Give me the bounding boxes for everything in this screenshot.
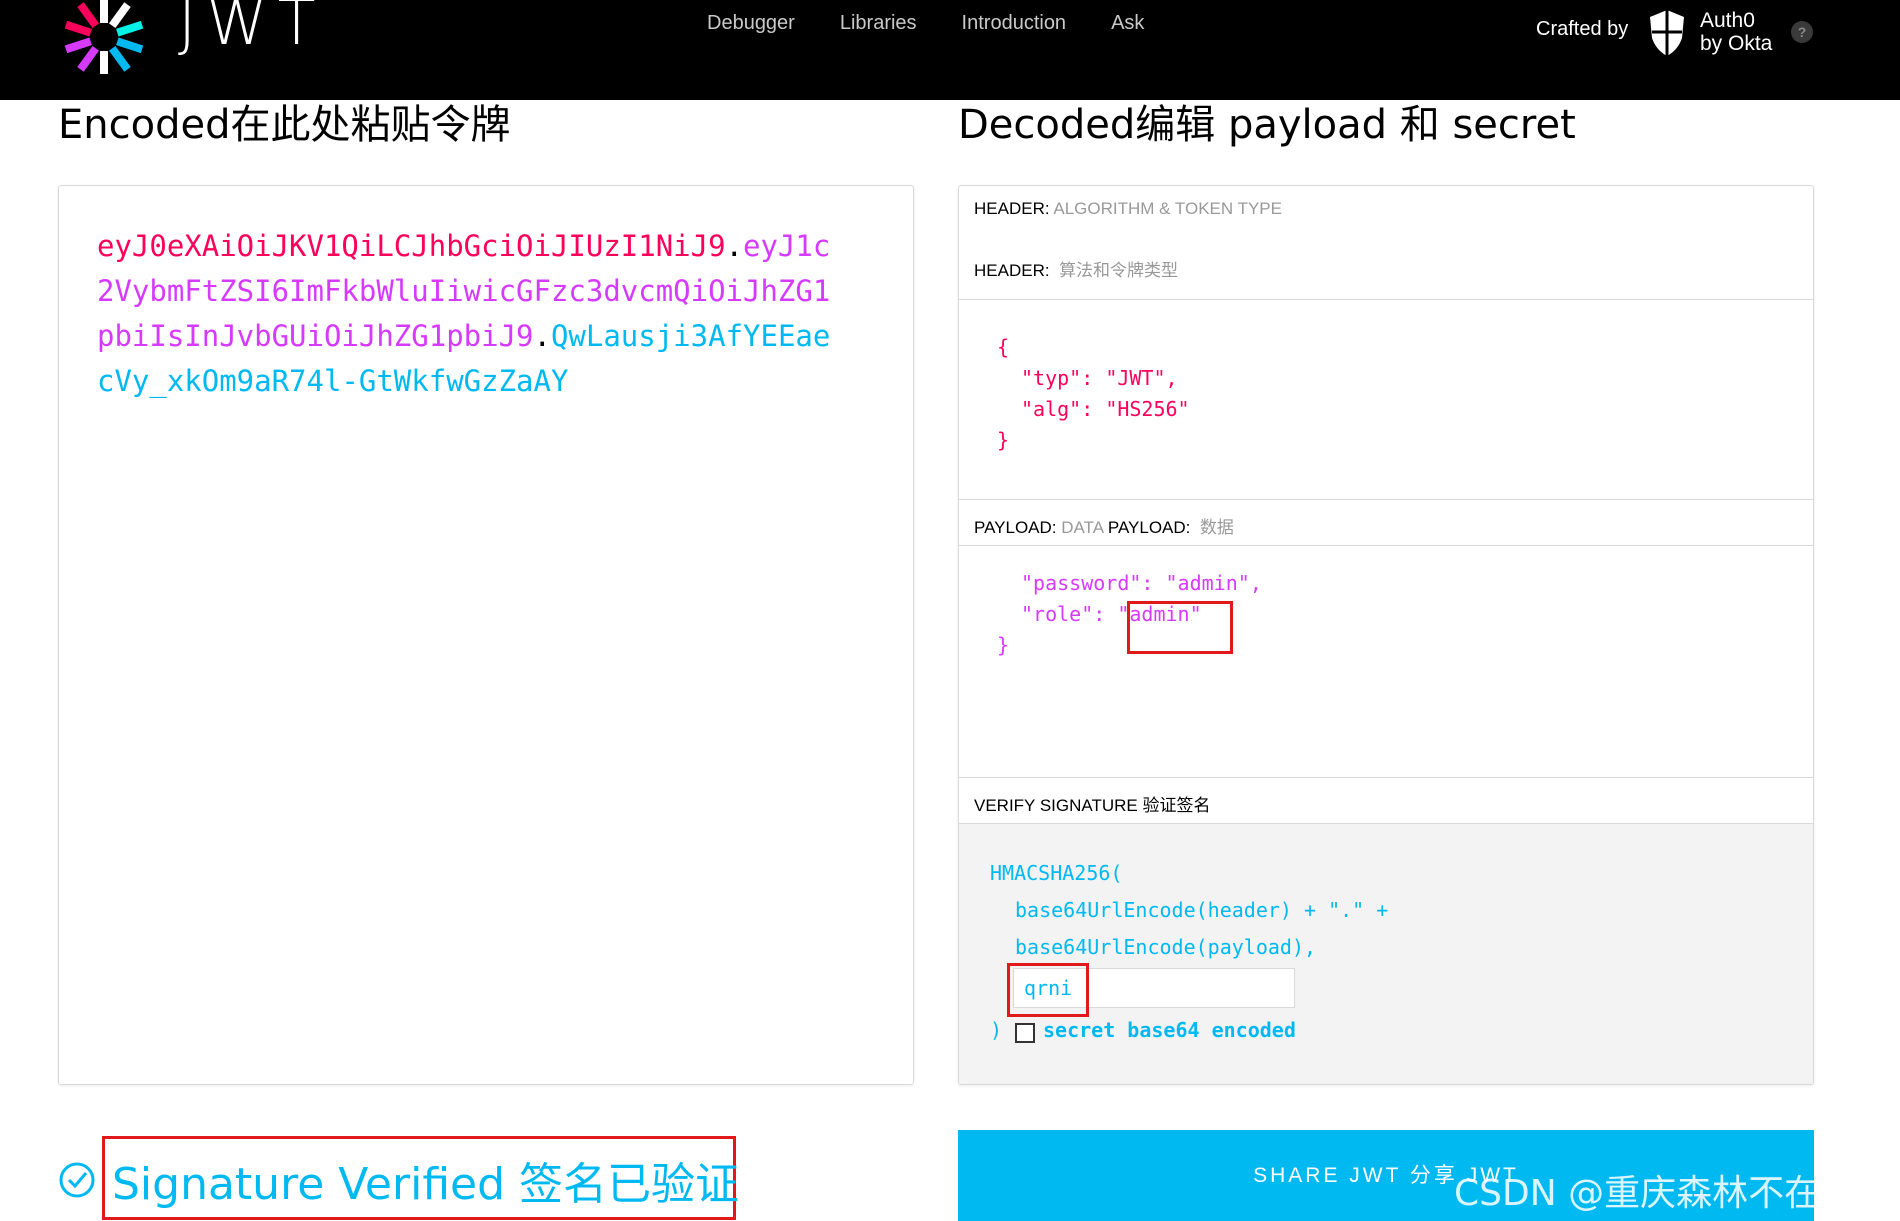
highlight-role-value <box>1127 601 1233 654</box>
header-json-alg: "alg": "HS256" <box>1021 397 1190 421</box>
verify-code-line3: base64UrlEncode(payload), <box>1015 935 1317 959</box>
header-sublabel: ALGORITHM & TOKEN TYPE <box>1053 199 1282 218</box>
header-json-close: } <box>997 428 1010 452</box>
verify-label: VERIFY SIGNATURE 验证签名 <box>974 796 1211 815</box>
payload-json-close: } <box>997 633 1010 657</box>
verify-section-label: VERIFY SIGNATURE 验证签名 <box>959 778 1813 824</box>
secret-base64-label[interactable]: secret base64 encoded <box>1043 1018 1296 1042</box>
verify-code-line1: HMACSHA256( <box>990 861 1123 885</box>
signature-status-text: Signature Verified 签名已验证 <box>112 1159 740 1210</box>
header-label-cn: HEADER: 算法和令牌类型 <box>974 256 1178 281</box>
jwt-logo-icon <box>64 0 144 74</box>
token-header-part: eyJ0eXAiOiJKV1QiLCJhbGciOiJIUzI1NiJ9 <box>97 229 726 263</box>
jwt-logo-text: JWT <box>178 0 326 59</box>
csdn-watermark: CSDN @重庆森林不在重庆 <box>1454 1173 1893 1214</box>
encoded-title: Encoded在此处粘贴令牌 <box>58 102 511 148</box>
secret-base64-checkbox[interactable] <box>1015 1023 1035 1043</box>
header-label-2: HEADER: <box>974 261 1050 280</box>
top-nav-bar: JWT Debugger Libraries Introduction Ask … <box>0 0 1900 100</box>
header-json-open: { <box>997 335 1010 359</box>
header-label: HEADER: <box>974 199 1050 218</box>
token-separator: . <box>533 319 551 353</box>
payload-json-password: "password": "admin", <box>1021 571 1262 595</box>
header-sublabel-2: 算法和令牌类型 <box>1059 261 1179 280</box>
main-nav: Debugger Libraries Introduction Ask <box>707 12 1189 35</box>
crafted-by-label: Crafted by <box>1536 18 1629 40</box>
verify-code-close: ) <box>990 1018 1003 1042</box>
decoded-panel: HEADER: ALGORITHM & TOKEN TYPE HEADER: 算… <box>958 185 1814 1085</box>
auth0-brand-line2: by Okta <box>1700 32 1773 55</box>
encoded-token-panel[interactable]: eyJ0eXAiOiJKV1QiLCJhbGciOiJIUzI1NiJ9.eyJ… <box>58 185 914 1085</box>
payload-json-editor[interactable]: "password": "admin", "role": "admin" } <box>959 546 1813 778</box>
nav-link-ask[interactable]: Ask <box>1111 12 1144 35</box>
header-section-label: HEADER: ALGORITHM & TOKEN TYPE HEADER: 算… <box>959 186 1813 300</box>
auth0-brand-line1: Auth0 <box>1700 9 1755 32</box>
payload-label: PAYLOAD: DATA PAYLOAD: 数据 <box>974 518 1234 537</box>
header-label-en: HEADER: ALGORITHM & TOKEN TYPE <box>974 199 1282 219</box>
token-separator: . <box>725 229 744 263</box>
header-json-editor[interactable]: { "typ": "JWT", "alg": "HS256" } <box>959 300 1813 500</box>
nav-link-debugger[interactable]: Debugger <box>707 12 795 35</box>
help-icon[interactable]: ? <box>1791 21 1813 43</box>
nav-link-introduction[interactable]: Introduction <box>962 12 1067 35</box>
payload-section-label: PAYLOAD: DATA PAYLOAD: 数据 <box>959 500 1813 546</box>
decoded-title: Decoded编辑 payload 和 secret <box>958 102 1576 148</box>
highlight-secret-value <box>1007 963 1089 1017</box>
jwt-logo[interactable] <box>58 0 150 74</box>
encoded-token-textarea[interactable]: eyJ0eXAiOiJKV1QiLCJhbGciOiJIUzI1NiJ9.eyJ… <box>97 224 837 404</box>
header-json-typ: "typ": "JWT", <box>1021 366 1178 390</box>
auth0-shield-icon[interactable] <box>1647 8 1687 58</box>
verify-code-line2: base64UrlEncode(header) + "." + <box>1015 898 1389 922</box>
auth0-brand[interactable]: Auth0 by Okta <box>1700 9 1772 55</box>
check-circle-icon <box>59 1162 95 1198</box>
verify-signature-body: HMACSHA256( base64UrlEncode(header) + ".… <box>959 824 1813 1084</box>
nav-link-libraries[interactable]: Libraries <box>840 12 917 35</box>
